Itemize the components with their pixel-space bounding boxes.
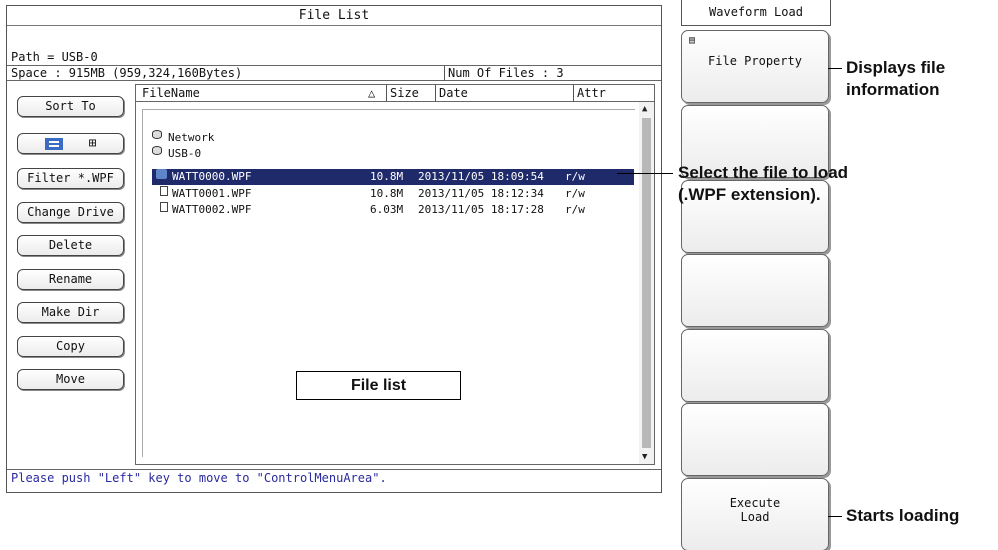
num-files-display: Num Of Files : 3: [444, 66, 564, 81]
file-property-label: File Property: [708, 54, 802, 68]
softkey-blank-4[interactable]: [681, 254, 829, 327]
change-drive-button[interactable]: Change Drive: [17, 202, 124, 223]
file-size: 10.8M: [370, 170, 404, 183]
table-header: FileName △ Size Date Attr: [136, 85, 654, 102]
file-icon: [160, 186, 168, 196]
list-view-icon[interactable]: [44, 137, 63, 150]
move-button[interactable]: Move: [17, 369, 124, 390]
file-info-note: Displays file information: [846, 57, 945, 101]
file-row-selected[interactable]: WATT0000.WPF 10.8M 2013/11/05 18:09:54 r…: [152, 169, 634, 185]
file-name: WATT0000.WPF: [172, 170, 252, 183]
tree-item-usb[interactable]: USB-0: [148, 146, 634, 162]
scroll-thumb[interactable]: [642, 118, 651, 448]
file-property-button[interactable]: ▤ File Property: [681, 30, 829, 103]
softkey-blank-6[interactable]: [681, 403, 829, 476]
start-loading-note: Starts loading: [846, 506, 960, 525]
file-info-note-line1: Displays file: [846, 58, 946, 77]
scroll-down-icon[interactable]: ▼: [642, 452, 647, 462]
column-attr[interactable]: Attr: [573, 85, 606, 101]
scrollbar[interactable]: ▲ ▼: [639, 102, 654, 464]
execute-label-line1: Execute: [729, 496, 781, 510]
file-row[interactable]: WATT0001.WPF 10.8M 2013/11/05 18:12:34 r…: [152, 186, 634, 202]
space-display: Space : 915MB (959,324,160Bytes): [11, 66, 243, 80]
file-name: WATT0001.WPF: [172, 187, 252, 200]
grid-view-icon[interactable]: ⊞: [89, 134, 97, 153]
view-mode-toggle[interactable]: ⊞: [17, 133, 124, 154]
delete-button[interactable]: Delete: [17, 235, 124, 256]
file-table: FileName △ Size Date Attr Network USB-0 …: [135, 84, 655, 465]
filter-button[interactable]: Filter *.WPF: [17, 168, 124, 189]
rename-button[interactable]: Rename: [17, 269, 124, 290]
tree-item-label: USB-0: [168, 147, 202, 160]
space-info-row: Space : 915MB (959,324,160Bytes) Num Of …: [7, 65, 661, 81]
softkey-blank-5[interactable]: [681, 329, 829, 402]
file-size: 6.03M: [370, 203, 404, 216]
file-date: 2013/11/05 18:12:34: [418, 187, 544, 200]
path-display: Path = USB-0: [11, 50, 98, 64]
menu-title: Waveform Load: [681, 0, 831, 26]
file-icon: [160, 202, 168, 212]
window-title: File List: [7, 6, 661, 26]
network-drive-icon: [152, 130, 162, 139]
copy-button[interactable]: Copy: [17, 336, 124, 357]
select-note-line1: Select the file to load: [678, 163, 849, 182]
select-note-line2: (.WPF extension).: [678, 185, 821, 204]
file-date: 2013/11/05 18:17:28: [418, 203, 544, 216]
usb-drive-icon: [152, 146, 162, 155]
file-name: WATT0002.WPF: [172, 203, 252, 216]
file-size: 10.8M: [370, 187, 404, 200]
select-file-note: Select the file to load (.WPF extension)…: [678, 162, 848, 206]
execute-load-button[interactable]: Execute Load: [681, 478, 829, 550]
file-info-note-line2: information: [846, 80, 940, 99]
waveform-file-icon: [156, 169, 167, 179]
status-message: Please push "Left" key to move to "Contr…: [7, 469, 661, 487]
file-attr: r/w: [565, 170, 585, 183]
file-attr: r/w: [565, 203, 585, 216]
file-info-leader: [828, 68, 842, 69]
tree-item-label: Network: [168, 131, 215, 144]
file-list-callout: File list: [296, 371, 461, 400]
execute-label-line2: Load: [740, 510, 770, 524]
file-row[interactable]: WATT0002.WPF 6.03M 2013/11/05 18:17:28 r…: [152, 202, 634, 218]
property-icon: ▤: [689, 35, 696, 46]
file-list-window: File List Path = USB-0 Space : 915MB (95…: [6, 5, 662, 493]
start-loading-leader: [828, 516, 842, 517]
file-attr: r/w: [565, 187, 585, 200]
select-file-leader: [617, 173, 673, 174]
sort-indicator-icon[interactable]: △: [368, 85, 375, 101]
softkey-menu: Waveform Load ▤ File Property Execute Lo…: [679, 0, 836, 550]
sort-to-button[interactable]: Sort To: [17, 96, 124, 117]
execute-load-label: Execute Load: [682, 496, 828, 524]
scroll-up-icon[interactable]: ▲: [642, 104, 647, 114]
column-size[interactable]: Size: [386, 85, 419, 101]
make-dir-button[interactable]: Make Dir: [17, 302, 124, 323]
column-date[interactable]: Date: [435, 85, 468, 101]
column-filename[interactable]: FileName: [142, 85, 200, 101]
tree-item-network[interactable]: Network: [148, 130, 634, 146]
file-date: 2013/11/05 18:09:54: [418, 170, 544, 183]
